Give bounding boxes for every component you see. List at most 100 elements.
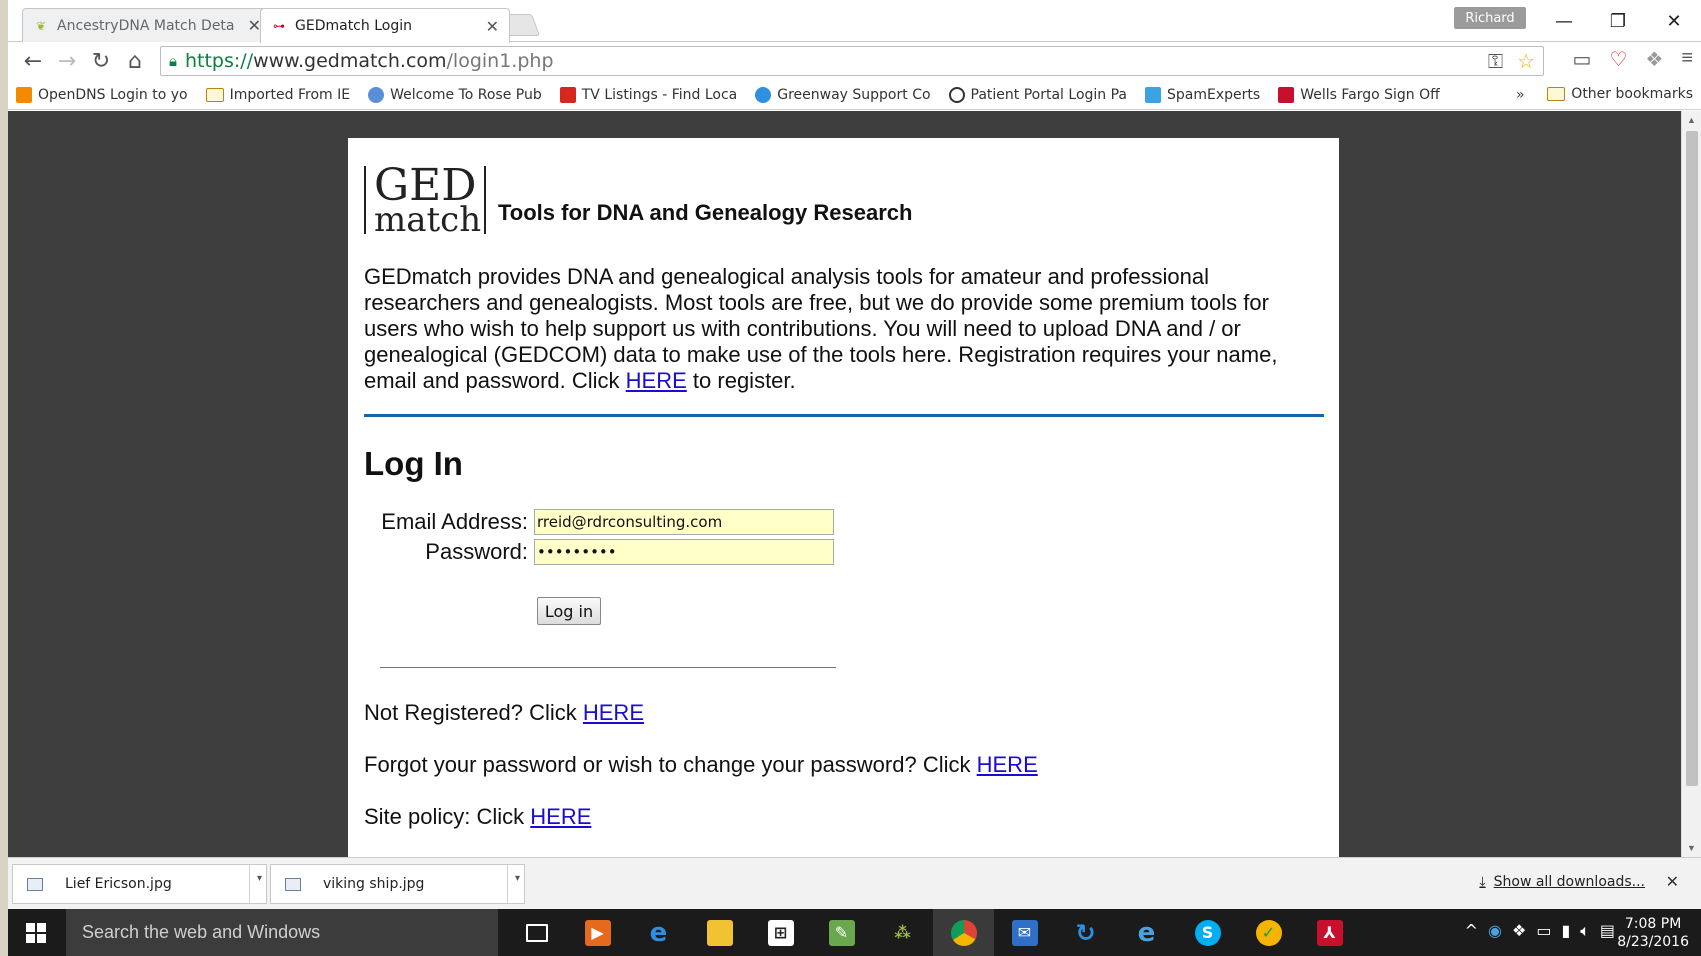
chevron-up-icon[interactable]: ^ — [1465, 921, 1478, 941]
ancestry-app-icon[interactable]: ⁂ — [872, 909, 933, 956]
form-divider — [380, 667, 836, 668]
star-icon[interactable]: ☆ — [1517, 49, 1535, 73]
back-arrow-icon[interactable]: ← — [16, 46, 50, 76]
chevron-down-icon[interactable]: ▾ — [257, 873, 262, 884]
skype-icon[interactable]: S — [1177, 909, 1238, 956]
start-button[interactable] — [8, 909, 64, 956]
battery-icon[interactable]: ▮ — [1561, 921, 1570, 941]
lock-icon: 🔒︎ — [169, 52, 177, 70]
chevron-down-icon[interactable]: ▾ — [515, 873, 520, 884]
intro-text: GEDmatch provides DNA and genealogical a… — [364, 264, 1278, 393]
not-registered-link[interactable]: HERE — [583, 700, 644, 725]
close-icon[interactable]: ✕ — [1666, 872, 1679, 892]
display-icon[interactable]: ▭ — [1536, 921, 1551, 941]
acrobat-icon[interactable]: ⅄ — [1299, 909, 1360, 956]
not-registered-row: Not Registered? Click HERE — [364, 700, 1323, 726]
outlook-icon[interactable]: ✉ — [994, 909, 1055, 956]
vertical-scrollbar[interactable]: ▲ ▼ — [1681, 111, 1701, 857]
bookmarks-bar: OpenDNS Login to yo Imported From IE Wel… — [8, 80, 1701, 110]
download-item[interactable]: Lief Ericson.jpg ▾ — [12, 864, 267, 904]
minimize-icon[interactable]: — — [1544, 6, 1584, 36]
show-all-downloads-link[interactable]: ⤓ Show all downloads... — [1479, 874, 1645, 890]
store-icon[interactable]: ⊞ — [750, 909, 811, 956]
login-button[interactable]: Log in — [537, 597, 601, 625]
download-item[interactable]: viking ship.jpg ▾ — [270, 864, 525, 904]
bookmark-label: Wells Fargo Sign Off — [1300, 86, 1440, 103]
close-icon[interactable]: ✕ — [486, 17, 499, 36]
title-bar: ❦ AncestryDNA Match Deta ✕ ⊶ GEDmatch Lo… — [8, 0, 1701, 43]
image-file-icon — [27, 877, 43, 891]
browser-window: ❦ AncestryDNA Match Deta ✕ ⊶ GEDmatch Lo… — [8, 0, 1701, 956]
register-link[interactable]: HERE — [626, 368, 687, 393]
folder-icon — [1547, 87, 1566, 101]
scroll-up-arrow-icon[interactable]: ▲ — [1687, 115, 1696, 125]
cast-icon[interactable]: ▭ — [1573, 47, 1592, 72]
edge-browser-icon[interactable]: e — [628, 909, 689, 956]
taskbar-search[interactable]: Search the web and Windows — [66, 909, 498, 956]
email-field[interactable] — [534, 509, 834, 535]
refresh-app-icon[interactable]: ↻ — [1055, 909, 1116, 956]
clock-date: 8/23/2016 — [1617, 934, 1689, 950]
profile-button[interactable]: Richard — [1454, 7, 1526, 29]
bookmark-patient-portal[interactable]: Patient Portal Login Pa — [948, 86, 1127, 103]
clock[interactable]: 7:08 PM 8/23/2016 — [1617, 915, 1689, 951]
bookmark-opendns[interactable]: OpenDNS Login to yo — [16, 86, 188, 103]
menu-icon[interactable]: ≡ — [1681, 47, 1693, 72]
address-bar[interactable]: 🔒︎ https://www.gedmatch.com/login1.php ⚿… — [160, 46, 1544, 76]
scroll-down-arrow-icon[interactable]: ▼ — [1687, 843, 1696, 853]
restore-icon[interactable]: ❐ — [1598, 6, 1638, 36]
gedmatch-logo: GED match — [364, 160, 486, 240]
close-icon[interactable]: ✕ — [248, 16, 261, 35]
site-policy-link[interactable]: HERE — [530, 804, 591, 829]
volume-icon[interactable]: 🔈︎ — [1580, 921, 1590, 941]
close-window-icon[interactable]: ✕ — [1654, 6, 1694, 36]
download-filename: Lief Ericson.jpg — [65, 876, 172, 892]
cloud-icon — [755, 86, 772, 103]
bookmark-label: TV Listings - Find Loca — [581, 86, 738, 103]
password-field[interactable] — [534, 539, 834, 565]
reload-icon[interactable]: ↻ — [84, 46, 118, 76]
media-player-icon[interactable]: ▶ — [567, 909, 628, 956]
bookmark-wells-fargo[interactable]: Wells Fargo Sign Off — [1278, 86, 1440, 103]
forgot-password-text: Forgot your password or wish to change y… — [364, 752, 971, 777]
bookmark-rose-pub[interactable]: Welcome To Rose Pub — [368, 86, 542, 103]
other-bookmarks[interactable]: Other bookmarks — [1547, 86, 1693, 102]
scrollbar-thumb[interactable] — [1686, 131, 1698, 786]
bookmark-imported-from-ie[interactable]: Imported From IE — [205, 87, 350, 103]
url-path: /login1.php — [446, 50, 554, 72]
forgot-password-link[interactable]: HERE — [977, 752, 1038, 777]
site-policy-row: Site policy: Click HERE — [364, 804, 1323, 830]
task-view-icon[interactable] — [506, 909, 567, 956]
heart-extension-icon[interactable]: ♡ — [1609, 47, 1627, 72]
bookmarks-overflow-chevron-icon[interactable]: » — [1516, 87, 1525, 103]
norton-icon[interactable]: ✓ — [1238, 909, 1299, 956]
help-links: Not Registered? Click HERE Forgot your p… — [364, 700, 1323, 830]
bookmark-spamexperts[interactable]: SpamExperts — [1145, 86, 1260, 103]
taskbar: Search the web and Windows ▶ e ⊞ ✎ ⁂ ✉ ↻… — [8, 909, 1701, 956]
portal-icon — [948, 86, 965, 103]
site-tagline: Tools for DNA and Genealogy Research — [498, 200, 913, 225]
bookmark-tv-listings[interactable]: TV Listings - Find Loca — [559, 86, 738, 103]
gear-flower-icon — [368, 86, 385, 103]
dropbox-tray-icon[interactable]: ❖ — [1512, 921, 1526, 941]
tab-gedmatch[interactable]: ⊶ GEDmatch Login ✕ — [260, 8, 510, 43]
green-app-icon[interactable]: ✎ — [811, 909, 872, 956]
tv-icon — [559, 86, 576, 103]
forgot-password-row: Forgot your password or wish to change y… — [364, 752, 1323, 778]
dropbox-icon[interactable]: ❖ — [1645, 47, 1663, 72]
toolbar: ← → ↻ ⌂ 🔒︎ https://www.gedmatch.com/logi… — [8, 42, 1701, 80]
network-icon[interactable]: ◉ — [1488, 921, 1502, 941]
bookmark-greenway[interactable]: Greenway Support Co — [755, 86, 931, 103]
home-icon[interactable]: ⌂ — [118, 46, 152, 76]
section-divider — [364, 414, 1324, 417]
notifications-icon[interactable]: ▤ — [1600, 921, 1615, 941]
chrome-icon[interactable] — [933, 909, 994, 956]
file-explorer-icon[interactable] — [689, 909, 750, 956]
download-arrow-icon: ⤓ — [1479, 874, 1486, 890]
tab-ancestry[interactable]: ❦ AncestryDNA Match Deta ✕ — [22, 8, 272, 42]
key-icon[interactable]: ⚿ — [1488, 49, 1503, 73]
clock-time: 7:08 PM — [1624, 916, 1682, 932]
forward-arrow-icon[interactable]: → — [50, 46, 84, 76]
bookmark-label: Other bookmarks — [1571, 86, 1693, 102]
internet-explorer-icon[interactable]: e — [1116, 909, 1177, 956]
